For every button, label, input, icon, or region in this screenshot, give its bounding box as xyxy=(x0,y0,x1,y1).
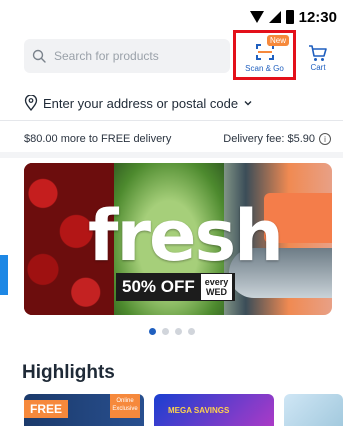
delivery-fee[interactable]: Delivery fee: $5.90 i xyxy=(223,133,331,145)
side-accent xyxy=(0,255,8,295)
new-badge: New xyxy=(266,35,289,46)
wifi-icon xyxy=(249,11,264,23)
delivery-info: $80.00 more to FREE delivery Delivery fe… xyxy=(24,128,331,150)
carousel-dot[interactable] xyxy=(148,328,156,335)
promo-day-line-2: WED xyxy=(206,287,228,297)
battery-icon xyxy=(285,10,294,24)
promo-day-line-1: every xyxy=(204,277,229,287)
cart-label: Cart xyxy=(310,63,326,72)
divider xyxy=(0,120,343,121)
search-icon xyxy=(32,49,46,63)
carousel-indicator xyxy=(0,328,343,335)
address-selector[interactable]: Enter your address or postal code xyxy=(24,88,253,118)
highlight-tile-tag: MEGA SAVINGS xyxy=(168,406,230,415)
carousel-dot[interactable] xyxy=(161,328,169,335)
carousel-dot[interactable] xyxy=(174,328,182,335)
scan-and-go-label: Scan & Go xyxy=(245,64,284,73)
highlights-heading: Highlights xyxy=(22,362,115,383)
search-input[interactable] xyxy=(54,49,214,63)
highlight-tile[interactable]: MEGA SAVINGS xyxy=(154,394,274,426)
info-icon[interactable]: i xyxy=(319,133,331,145)
cart-button[interactable]: Cart xyxy=(302,38,334,78)
highlight-tile[interactable]: FREE Online Exclusive xyxy=(24,394,144,426)
search-bar[interactable] xyxy=(24,39,230,73)
address-label: Enter your address or postal code xyxy=(43,95,239,111)
location-pin-icon xyxy=(24,95,38,111)
chevron-down-icon xyxy=(244,101,252,106)
carousel-dot[interactable] xyxy=(187,328,195,335)
scan-and-go-button[interactable]: New Scan & Go xyxy=(233,30,296,80)
free-delivery-threshold: $80.00 more to FREE delivery xyxy=(24,133,172,145)
online-exclusive-badge: Online Exclusive xyxy=(110,394,140,418)
highlight-tile[interactable] xyxy=(284,394,343,426)
banner-headline: fresh xyxy=(88,195,284,277)
free-badge: FREE xyxy=(24,400,69,418)
promo-day: every WED xyxy=(200,274,233,300)
highlights-carousel: FREE Online Exclusive MEGA SAVINGS xyxy=(24,394,343,426)
promo-banner[interactable]: fresh 50% OFF every WED xyxy=(24,163,332,315)
app-screen: 12:30 New Scan & Go Cart xyxy=(0,0,343,426)
promo-tag: 50% OFF every WED xyxy=(116,273,236,301)
clock: 12:30 xyxy=(298,8,337,26)
delivery-fee-label: Delivery fee: $5.90 xyxy=(223,133,315,145)
cart-icon xyxy=(309,45,327,61)
search-header: New Scan & Go Cart xyxy=(0,30,343,80)
section-divider xyxy=(0,152,343,158)
status-bar: 12:30 xyxy=(0,0,343,34)
promo-percent: 50% OFF xyxy=(122,277,195,296)
cell-signal-icon xyxy=(268,11,281,23)
